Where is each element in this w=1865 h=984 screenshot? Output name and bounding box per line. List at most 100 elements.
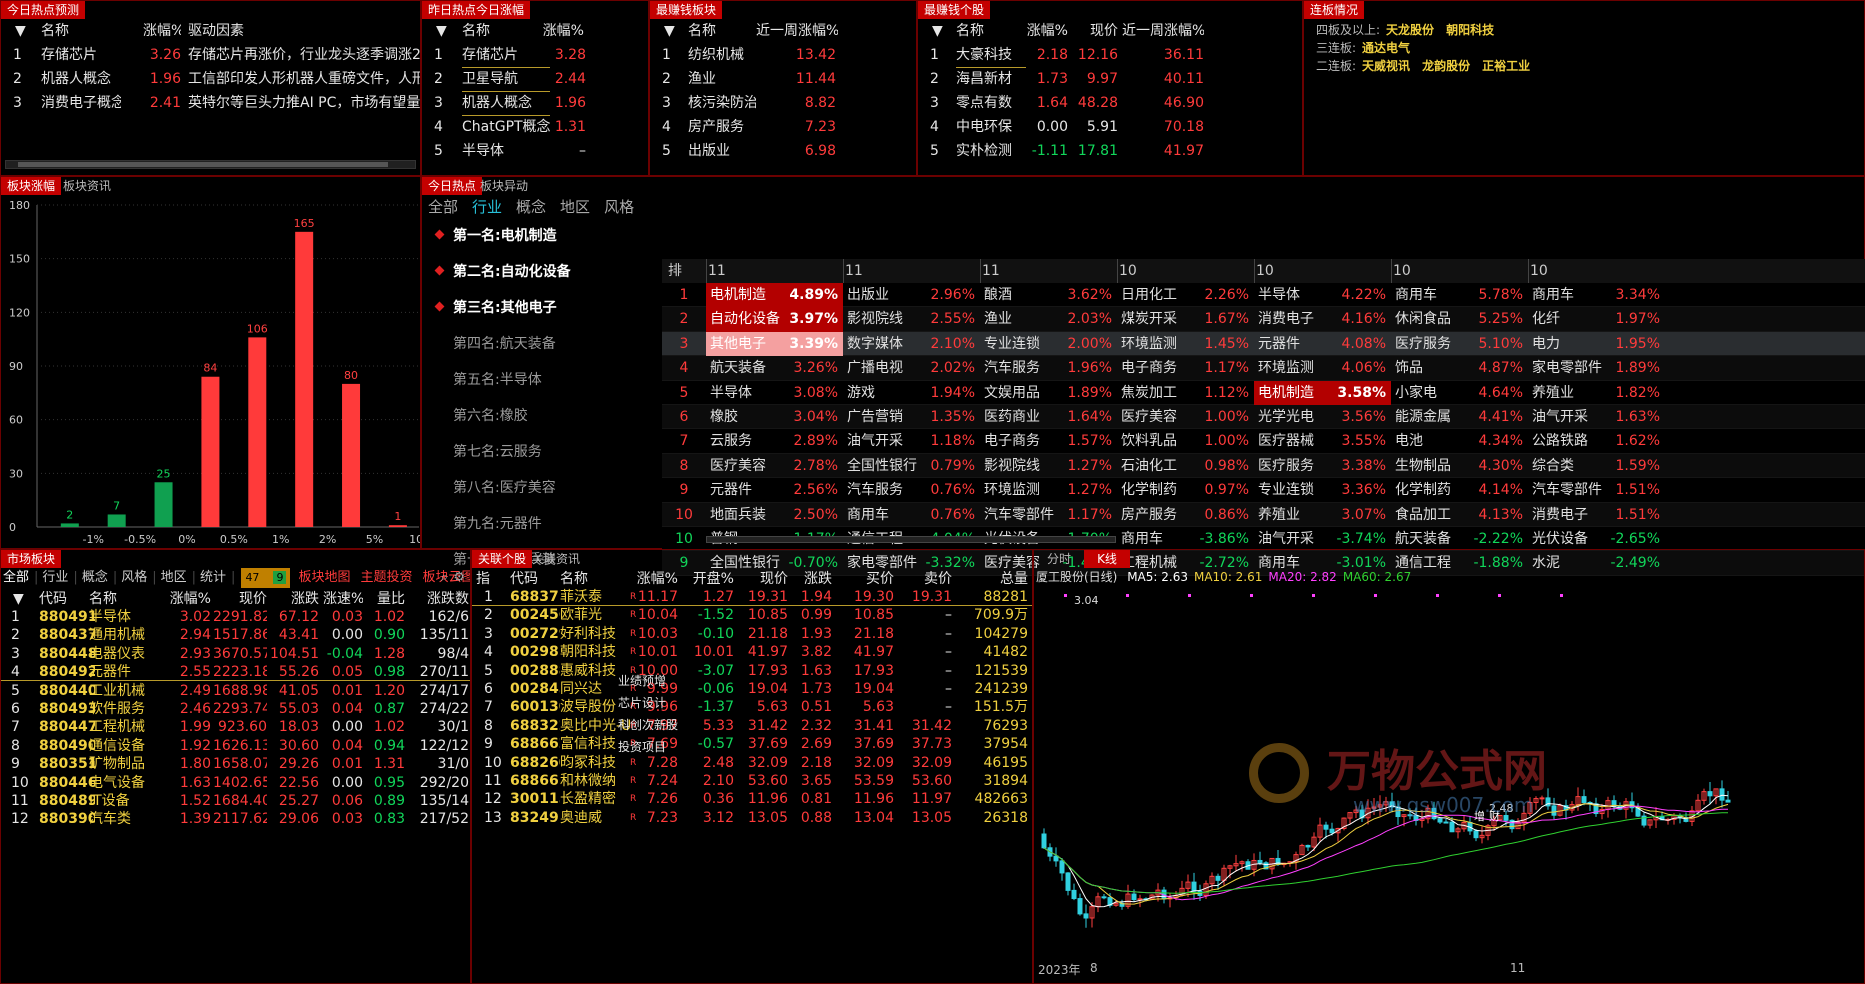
rank-item[interactable]: 第九名:元器件 (426, 506, 662, 542)
bar[interactable] (201, 376, 220, 527)
hot-sector-name[interactable]: 化学制药 (1395, 478, 1475, 502)
market-row[interactable]: 4 880492 元器件 2.55 2223.18 55.26 0.05 0.98 270/11 (1, 663, 470, 682)
table-row[interactable]: 2 卫星导航 2.44 (422, 67, 648, 92)
hot-sector-name[interactable]: 橡胶 (710, 405, 790, 429)
sector-abnormal-tab[interactable]: 板块异动 (474, 177, 534, 195)
hot-sector-name[interactable]: 航天装备 (1395, 527, 1475, 551)
linked-stocks-tab[interactable]: 关联个股 (472, 550, 533, 568)
bar[interactable] (107, 514, 126, 527)
market-filter-3[interactable]: 风格 (121, 568, 147, 588)
hot-sector-name[interactable]: 医疗美容 (710, 454, 790, 478)
table-row[interactable]: 3 机器人概念 1.96 (422, 91, 648, 116)
subtab-1[interactable]: 行业 (472, 198, 502, 216)
linked-row[interactable]: 10688260昀冢科技R7.282.4832.092.1832.0932.09… (472, 754, 1032, 772)
hot-sector-name[interactable]: 医疗器械 (1258, 429, 1338, 453)
hot-sector-name[interactable]: 自动化设备 (710, 307, 790, 331)
rank-item[interactable]: 第三名:其他电子 (426, 290, 662, 326)
rank-item[interactable]: 第八名:医疗美容 (426, 470, 662, 506)
market-row[interactable]: 2 880437 通用机械 2.94 1517.86 43.41 0.00 0.90 135/1… (1, 626, 470, 644)
rank-item[interactable]: 第二名:自动化设备 (426, 254, 662, 290)
table-row[interactable]: 2 机器人概念 1.96 工信部印发人形机器人重磅文件，人形机 (1, 67, 420, 91)
table-row[interactable]: 5 出版业 6.98 (650, 139, 916, 163)
date-column-header[interactable]: 10月27日 (1393, 259, 1411, 351)
hot-sector-name[interactable]: 其他电子 (710, 332, 790, 356)
hot-sector-name[interactable]: 酿酒 (984, 283, 1064, 307)
most-profit-stock-tab[interactable]: 最赚钱个股 (918, 1, 991, 19)
market-row[interactable]: 9 880351 矿物制品 1.80 1658.07 29.26 0.01 1.31 31/0 (1, 755, 470, 773)
hot-sector-name[interactable]: 专业连锁 (984, 332, 1064, 356)
yesterday-hot-tab[interactable]: 昨日热点今日涨幅 (422, 1, 531, 19)
scrollbar-thumb[interactable] (18, 162, 388, 167)
date-column-header[interactable]: 10月26日 (1530, 259, 1548, 351)
limit-up-stock[interactable]: 龙韵股份 (1422, 59, 1470, 73)
market-sector-tab[interactable]: 市场板块 (1, 550, 62, 568)
linked-row[interactable]: 3002729好利科技R10.03-0.1021.181.9321.18–104… (472, 625, 1032, 643)
hot-sector-name[interactable]: 家电零部件 (1532, 356, 1612, 380)
hot-sector-name[interactable]: 饰品 (1395, 356, 1475, 380)
market-row[interactable]: 8 880490 通信设备 1.92 1626.13 30.60 0.04 0.94 122/1… (1, 737, 470, 755)
hot-sector-name[interactable]: 油气开采 (847, 429, 927, 453)
hot-sector-name[interactable]: 影视院线 (984, 454, 1064, 478)
market-row[interactable]: 1 880491 半导体 3.02 2291.82 67.12 0.03 1.02 162/6 (1, 608, 470, 626)
hot-sector-name[interactable]: 化纤 (1532, 307, 1612, 331)
market-row[interactable]: 5 880440 工业机械 2.49 1688.98 41.05 0.01 1.20 274/1… (1, 682, 470, 700)
date-column-header[interactable]: 11月03日 (708, 259, 726, 351)
tab-kline[interactable]: K线 (1084, 550, 1130, 568)
horizontal-scrollbar[interactable] (5, 160, 416, 169)
market-link-0[interactable]: 板块地图 (298, 570, 350, 585)
hot-sector-name[interactable]: 电子商务 (1121, 356, 1201, 380)
linked-news-tab[interactable]: 关联资讯 (526, 550, 586, 568)
table-row[interactable]: 5 半导体 – (422, 139, 648, 163)
hot-sector-name[interactable]: 生物制品 (1395, 454, 1475, 478)
hot-sector-name[interactable]: 全国性银行 (847, 454, 927, 478)
hot-sector-name[interactable]: 半导体 (710, 381, 790, 405)
hot-sector-name[interactable]: 食品加工 (1395, 503, 1475, 527)
hot-sector-name[interactable]: 商用车 (1121, 527, 1201, 551)
hot-sector-name[interactable]: 商用车 (1532, 283, 1612, 307)
table-row[interactable]: 1 大豪科技 2.18 12.16 36.11 (918, 43, 1302, 68)
table-row[interactable]: 5 实朴检测 -1.11 17.81 41.97 (918, 139, 1302, 163)
hot-sector-name[interactable]: 云服务 (710, 429, 790, 453)
limit-up-stock[interactable]: 朝阳科技 (1446, 23, 1494, 37)
hot-table-scrollbar[interactable] (706, 536, 1116, 543)
hot-sector-name[interactable]: 消费电子 (1532, 503, 1612, 527)
linked-row[interactable]: 4002981朝阳科技R10.0110.0141.973.8241.97–414… (472, 643, 1032, 661)
bar[interactable] (388, 525, 407, 527)
table-row[interactable]: 4 ChatGPT概念 1.31 (422, 115, 648, 139)
market-filter-1[interactable]: 行业 (42, 568, 68, 588)
hot-sector-name[interactable]: 能源金属 (1395, 405, 1475, 429)
market-row[interactable]: 10 880446 电气设备 1.63 1402.65 22.56 0.00 0.95 292/… (1, 774, 470, 792)
table-row[interactable]: 3 核污染防治 8.82 (650, 91, 916, 115)
hot-sector-name[interactable]: 汽车服务 (984, 356, 1064, 380)
rank-item[interactable]: 第一名:电机制造 (426, 218, 662, 254)
hot-sector-name[interactable]: 煤炭开采 (1121, 307, 1201, 331)
market-row[interactable]: 3 880448 电器仪表 2.93 3670.57 104.51 -0.04 1.28 98/… (1, 645, 470, 663)
table-row[interactable]: 1 存储芯片 3.28 (422, 43, 648, 68)
date-column-header[interactable]: 11月01日 (982, 259, 1000, 351)
hot-sector-name[interactable]: 消费电子 (1258, 307, 1338, 331)
bar[interactable] (154, 482, 173, 527)
today-hot-tab[interactable]: 今日热点 (422, 177, 483, 195)
hot-sector-name[interactable]: 养殖业 (1532, 381, 1612, 405)
hot-sector-name[interactable]: 电池 (1395, 429, 1475, 453)
hot-sector-name[interactable]: 渔业 (984, 307, 1064, 331)
hot-sector-name[interactable]: 广告营销 (847, 405, 927, 429)
market-filter-0[interactable]: 全部 (3, 568, 29, 588)
hot-sector-name[interactable]: 医疗服务 (1395, 332, 1475, 356)
hot-sector-name[interactable]: 日用化工 (1121, 283, 1201, 307)
rank-item[interactable]: 第七名:云服务 (426, 434, 662, 470)
linked-row[interactable]: 9688662富信科技R7.69-0.5737.692.6937.6937.73… (472, 735, 1032, 753)
hot-sector-name[interactable]: 游戏 (847, 381, 927, 405)
hot-sector-name[interactable]: 焦炭加工 (1121, 381, 1201, 405)
date-column-header[interactable]: 11月02日 (845, 259, 863, 351)
hot-sector-name[interactable]: 数字媒体 (847, 332, 927, 356)
limit-up-stock[interactable]: 天威视讯 (1362, 59, 1410, 73)
linked-row[interactable]: 7600130波导股份R9.96-1.375.630.515.63–151.5万 (472, 698, 1032, 716)
hot-sector-name[interactable]: 公路铁路 (1532, 429, 1612, 453)
hot-sector-name[interactable]: 广播电视 (847, 356, 927, 380)
hot-sector-name[interactable]: 环境监测 (1121, 332, 1201, 356)
table-row[interactable]: 2 渔业 11.44 (650, 67, 916, 91)
clock-icon[interactable]: ◷ (1130, 550, 1152, 568)
hot-sector-name[interactable]: 综合类 (1532, 454, 1612, 478)
hot-sector-name[interactable]: 专业连锁 (1258, 478, 1338, 502)
